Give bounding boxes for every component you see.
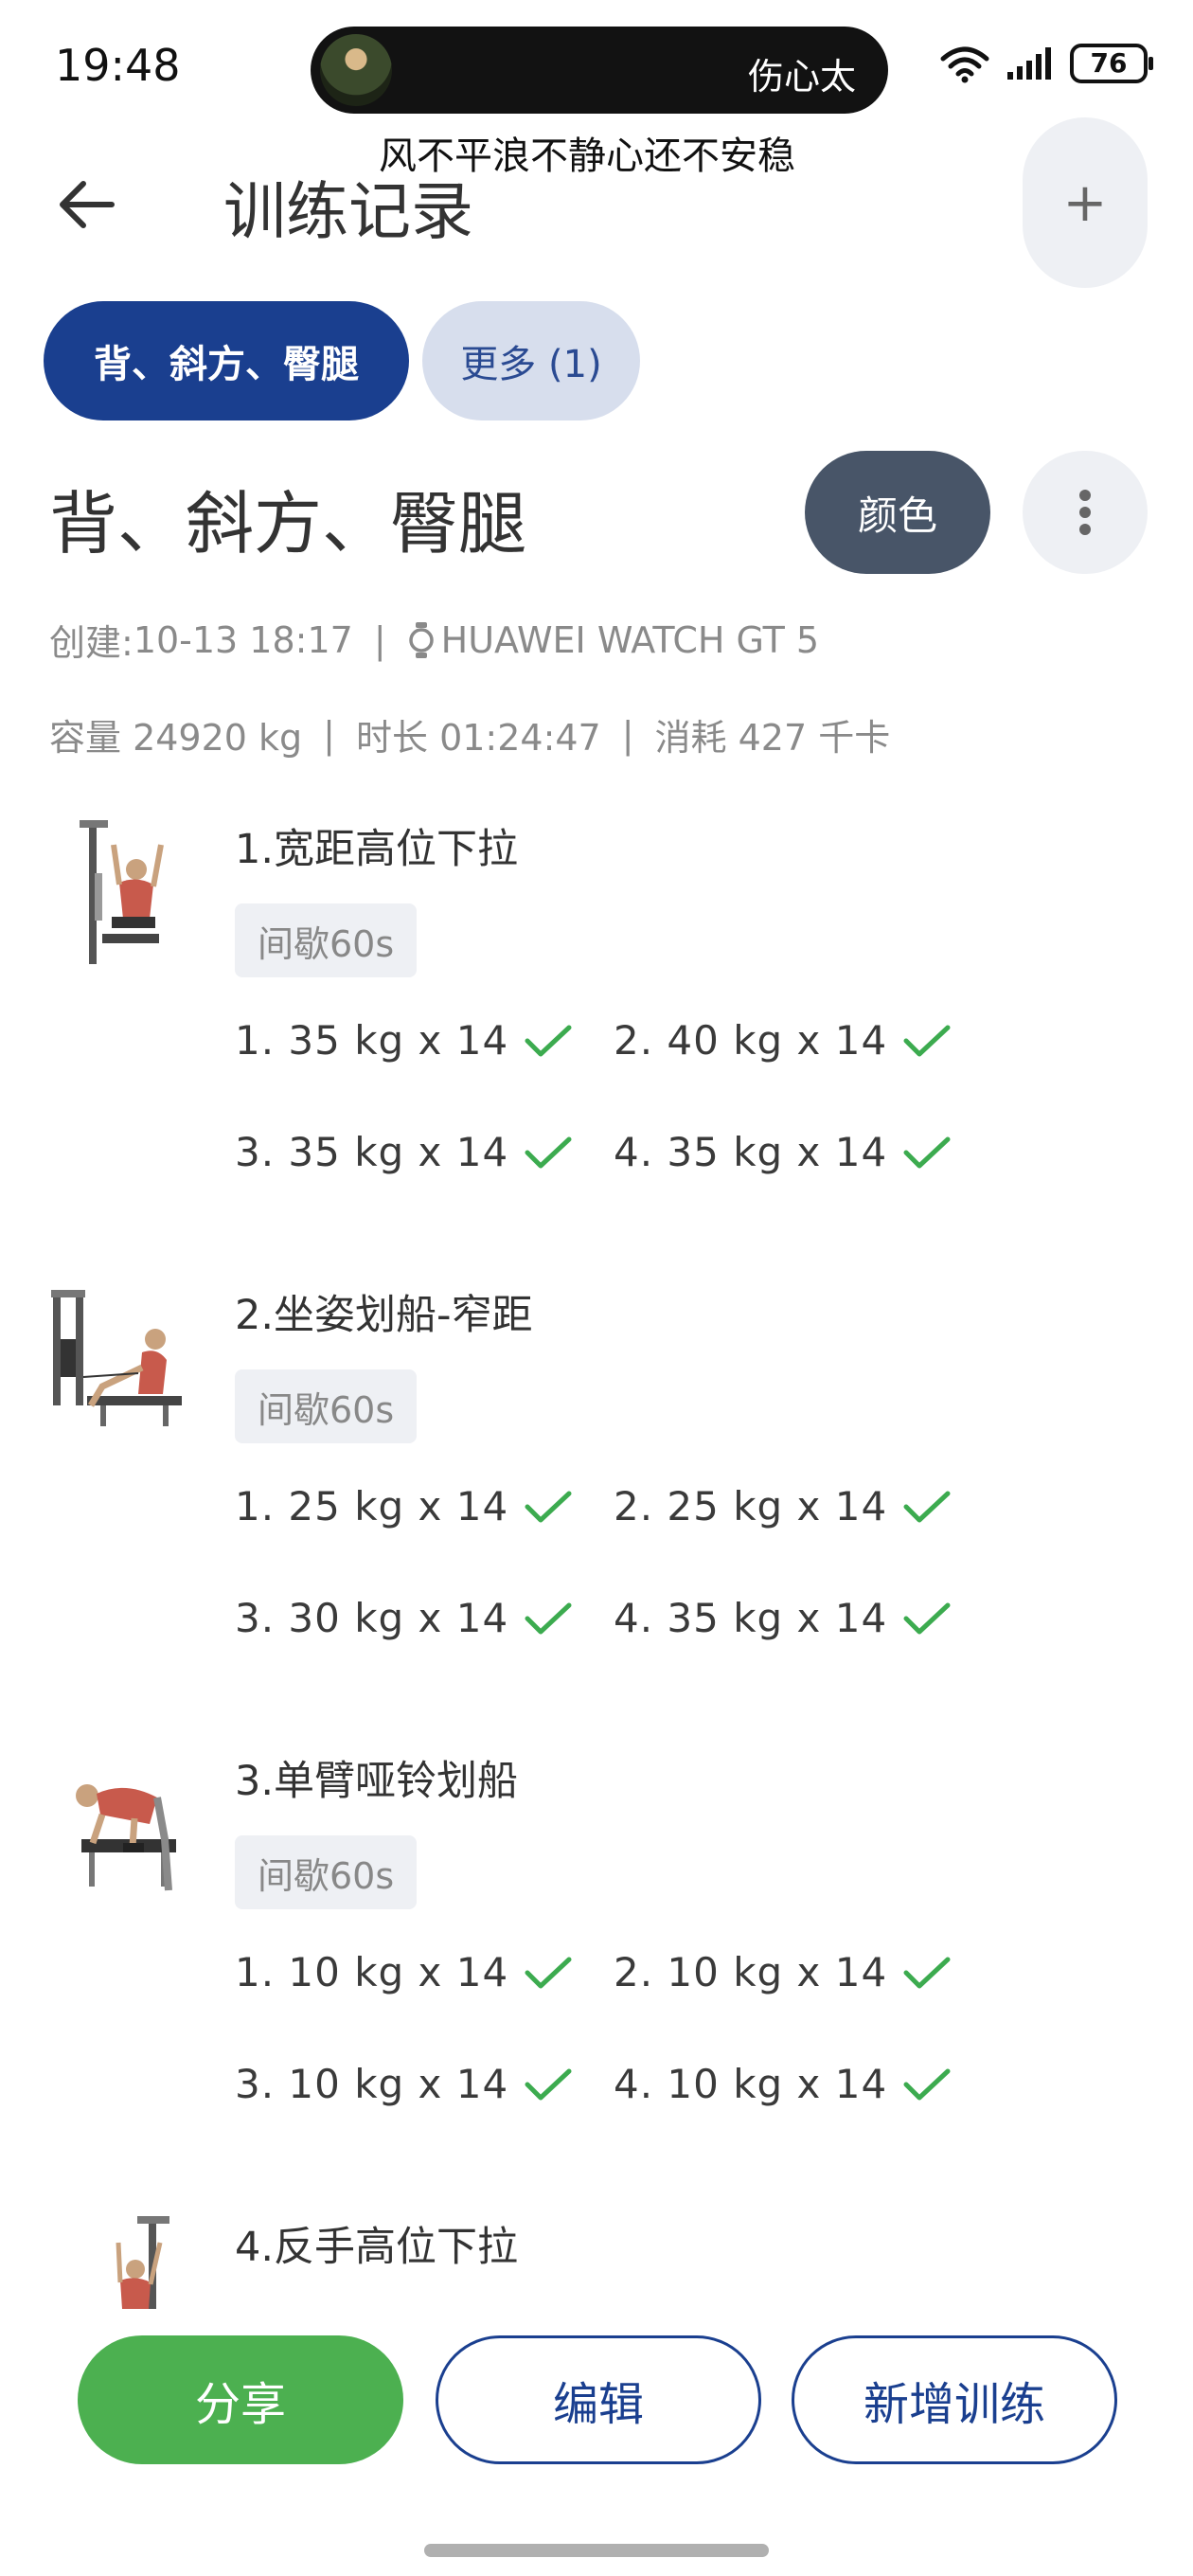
- check-icon: [903, 1025, 951, 1056]
- dumbbell-row-thumbnail: [76, 1784, 176, 1891]
- set-text: 2. 40 kg x 14: [614, 1017, 888, 1064]
- rest-tag: 间歇60s: [235, 1835, 418, 1909]
- color-button[interactable]: 颜色: [805, 451, 990, 574]
- created-label: 创建:: [49, 622, 134, 664]
- set-text: 3. 30 kg x 14: [235, 1595, 509, 1641]
- workout-meta-created: 创建: 10-13 18:17 | HUAWEI WATCH GT 5: [49, 614, 819, 666]
- check-icon: [903, 1136, 951, 1168]
- status-time: 19:48: [55, 40, 181, 91]
- battery-indicator: 76: [1070, 44, 1153, 83]
- app-screen: 19:48 伤心太 76 风不平浪不静心还不安稳 训练记录 + 背、斜方、臀腿 …: [0, 0, 1193, 2576]
- new-workout-button[interactable]: 新增训练: [792, 2335, 1117, 2464]
- exercise-name: 3.单臂哑铃划船: [235, 1758, 519, 1805]
- check-icon: [525, 2068, 572, 2100]
- set-entry: 3. 30 kg x 14: [235, 1595, 573, 1641]
- workout-chip-active[interactable]: 背、斜方、臀腿: [44, 301, 409, 420]
- edit-button[interactable]: 编辑: [436, 2335, 761, 2464]
- more-options-button[interactable]: [1023, 451, 1148, 574]
- volume-stat: 容量 24920 kg: [49, 717, 303, 759]
- check-icon: [903, 2068, 951, 2100]
- set-text: 4. 10 kg x 14: [614, 2061, 888, 2107]
- divider: |: [323, 713, 335, 756]
- check-icon: [525, 1491, 572, 1522]
- set-entry: 2. 25 kg x 14: [614, 1483, 952, 1530]
- check-icon: [903, 1602, 951, 1634]
- home-indicator[interactable]: [424, 2544, 769, 2557]
- seated-row-thumbnail: [51, 1290, 182, 1426]
- more-workouts-chip[interactable]: 更多 (1): [422, 301, 640, 420]
- check-icon: [525, 1957, 572, 1988]
- rest-tag: 间歇60s: [235, 903, 418, 977]
- set-entry: 3. 10 kg x 14: [235, 2061, 573, 2107]
- set-text: 1. 10 kg x 14: [235, 1949, 509, 1995]
- back-arrow-icon[interactable]: [53, 170, 121, 239]
- device-name: HUAWEI WATCH GT 5: [440, 618, 820, 661]
- check-icon: [903, 1491, 951, 1522]
- set-text: 1. 35 kg x 14: [235, 1017, 509, 1064]
- dynamic-island[interactable]: 伤心太: [311, 27, 888, 114]
- page-title: 训练记录: [223, 175, 473, 248]
- set-text: 3. 35 kg x 14: [235, 1129, 509, 1175]
- set-entry: 4. 35 kg x 14: [614, 1595, 952, 1641]
- music-avatar: [320, 34, 392, 106]
- rest-tag: 间歇60s: [235, 1369, 418, 1443]
- set-entry: 1. 10 kg x 14: [235, 1949, 573, 1995]
- set-text: 2. 25 kg x 14: [614, 1483, 888, 1530]
- set-text: 4. 35 kg x 14: [614, 1129, 888, 1175]
- status-icons: 76: [937, 44, 1153, 83]
- more-vertical-icon: [1079, 490, 1091, 535]
- wifi-icon: [940, 46, 989, 83]
- workout-meta-stats: 容量 24920 kg | 时长 01:24:47 | 消耗 427 千卡: [49, 708, 890, 760]
- exercise-item[interactable]: 4.反手高位下拉: [0, 2214, 1193, 2309]
- set-entry: 1. 25 kg x 14: [235, 1483, 573, 1530]
- duration-stat: 时长 01:24:47: [355, 717, 601, 759]
- signal-icon: [1007, 47, 1051, 80]
- add-button[interactable]: +: [1023, 117, 1148, 288]
- check-icon: [903, 1957, 951, 1988]
- lat-pulldown-thumbnail: [80, 820, 164, 964]
- set-entry: 3. 35 kg x 14: [235, 1129, 573, 1175]
- calories-stat: 消耗 427 千卡: [654, 717, 891, 759]
- set-text: 2. 10 kg x 14: [614, 1949, 888, 1995]
- exercise-name: 2.坐姿划船-窄距: [235, 1292, 533, 1339]
- exercise-name: 1.宽距高位下拉: [235, 826, 519, 873]
- set-text: 1. 25 kg x 14: [235, 1483, 509, 1530]
- island-title: 伤心太: [747, 56, 856, 98]
- set-text: 3. 10 kg x 14: [235, 2061, 509, 2107]
- check-icon: [525, 1025, 572, 1056]
- set-text: 4. 35 kg x 14: [614, 1595, 888, 1641]
- share-button[interactable]: 分享: [78, 2335, 403, 2464]
- workout-title: 背、斜方、臀腿: [49, 484, 527, 564]
- set-entry: 4. 10 kg x 14: [614, 2061, 952, 2107]
- watch-icon: [408, 621, 434, 658]
- divider: |: [373, 618, 386, 661]
- check-icon: [525, 1602, 572, 1634]
- set-entry: 2. 10 kg x 14: [614, 1949, 952, 1995]
- set-entry: 4. 35 kg x 14: [614, 1129, 952, 1175]
- created-value: 10-13 18:17: [133, 618, 353, 661]
- divider: |: [621, 713, 634, 756]
- set-entry: 2. 40 kg x 14: [614, 1017, 952, 1064]
- check-icon: [525, 1136, 572, 1168]
- exercise-name: 4.反手高位下拉: [235, 2224, 519, 2271]
- reverse-pulldown-thumbnail: [116, 2216, 169, 2309]
- set-entry: 1. 35 kg x 14: [235, 1017, 573, 1064]
